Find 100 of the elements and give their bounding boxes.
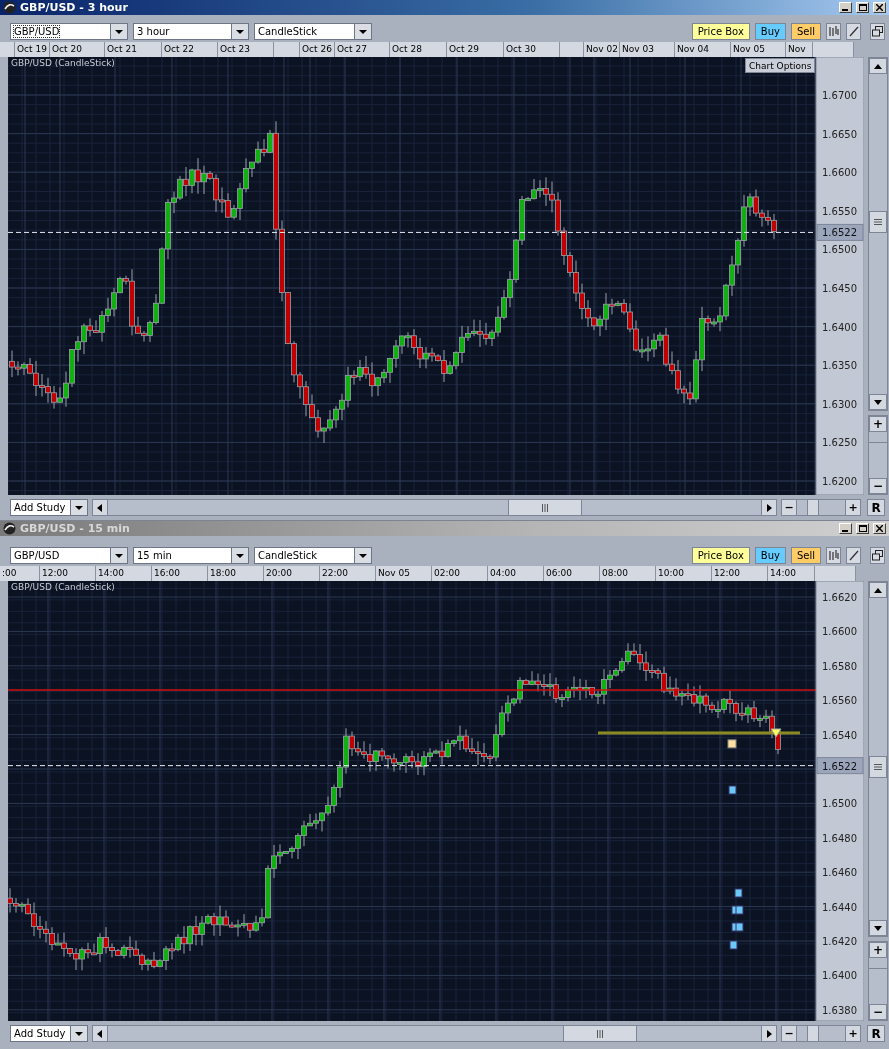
minimize-button[interactable]	[839, 2, 852, 13]
triangle-marker	[770, 728, 782, 738]
scroll-left-icon[interactable]	[92, 500, 108, 515]
time-label: Nov 05	[376, 566, 432, 581]
zoom-out-button[interactable]: −	[869, 478, 887, 494]
time-label: Nov 02	[584, 42, 620, 57]
time-label: Oct 26	[300, 42, 335, 57]
time-label: Oct 27	[335, 42, 390, 57]
price-label: 1.6650	[822, 128, 857, 140]
maximize-button[interactable]	[856, 523, 869, 534]
current-price-box	[816, 757, 864, 775]
scroll-thumb[interactable]	[869, 756, 887, 778]
maximize-icon	[858, 4, 867, 11]
chart-type-dropdown[interactable]: CandleStick	[254, 547, 372, 564]
zoom-slider-thumb[interactable]	[807, 1026, 820, 1041]
price-label: 1.6450	[822, 283, 857, 294]
close-icon	[876, 525, 883, 532]
candles-icon[interactable]	[826, 547, 841, 564]
add-study-dropdown[interactable]: Add Study	[10, 499, 88, 516]
caret-icon	[354, 548, 371, 563]
close-button[interactable]	[873, 2, 886, 13]
chart-type-dropdown[interactable]: CandleStick	[254, 23, 372, 40]
interval-dropdown[interactable]: 15 min	[133, 547, 249, 564]
zoom-in-button[interactable]: +	[869, 416, 887, 432]
zoom-in-button[interactable]: +	[845, 500, 861, 515]
app-icon	[3, 1, 16, 14]
time-label: Nov 05	[731, 42, 786, 57]
pricebox-button[interactable]: Price Box	[691, 23, 750, 40]
current-price-label: 1.6522	[822, 760, 857, 772]
time-label: 14:00	[96, 566, 152, 581]
time-label: Oct 30	[504, 42, 560, 57]
time-label: 12:00	[40, 566, 96, 581]
price-label: 1.6550	[822, 205, 857, 217]
detach-window-icon[interactable]	[870, 547, 885, 564]
scroll-down-icon[interactable]	[869, 920, 887, 936]
horizontal-scroll-thumb[interactable]	[507, 500, 582, 515]
time-label: Oct 20	[50, 42, 105, 57]
interval-dropdown[interactable]: 3 hour	[133, 23, 249, 40]
scroll-left-icon[interactable]	[92, 1026, 108, 1041]
reset-button[interactable]: R	[867, 1025, 885, 1042]
sell-button[interactable]: Sell	[790, 547, 821, 564]
horizontal-scroll-thumb[interactable]	[562, 1026, 637, 1041]
scroll-right-icon[interactable]	[761, 1026, 777, 1041]
price-label: 1.6250	[822, 437, 857, 449]
candles-icon[interactable]	[826, 23, 841, 40]
pricebox-button[interactable]: Price Box	[691, 547, 750, 564]
scroll-thumb[interactable]	[869, 211, 887, 233]
time-label: 14:00	[768, 566, 815, 581]
price-label: 1.6300	[822, 398, 857, 410]
symbol-dropdown[interactable]: GBP/USD	[10, 547, 128, 564]
zoom-out-button[interactable]: −	[782, 500, 798, 515]
draw-line-icon[interactable]	[846, 23, 861, 40]
zoom-out-button[interactable]: −	[782, 1026, 798, 1041]
zoom-in-button[interactable]: +	[845, 1026, 861, 1041]
chart-options-button[interactable]: Chart Options	[745, 58, 816, 73]
zoom-out-button[interactable]: −	[869, 1004, 887, 1020]
close-icon	[876, 4, 883, 11]
scroll-up-icon[interactable]	[869, 58, 887, 74]
caret-icon	[110, 24, 127, 39]
time-label: 22:00	[320, 566, 376, 581]
time-label: Oct 29	[447, 42, 504, 57]
zoom-in-button[interactable]: +	[869, 942, 887, 958]
price-label: 1.6380	[822, 1004, 857, 1016]
time-label: 02:00	[432, 566, 488, 581]
maximize-button[interactable]	[856, 2, 869, 13]
time-label: 20:00	[264, 566, 320, 581]
buy-button[interactable]: Buy	[754, 23, 786, 40]
time-label: Nov	[786, 42, 813, 57]
order-marker	[727, 739, 737, 749]
buy-button[interactable]: Buy	[754, 547, 786, 564]
scroll-right-icon[interactable]	[761, 500, 777, 515]
close-button[interactable]	[873, 523, 886, 534]
time-label: 06:00	[544, 566, 600, 581]
minimize-button[interactable]	[839, 523, 852, 534]
draw-line-icon[interactable]	[846, 547, 861, 564]
add-study-dropdown[interactable]: Add Study	[10, 1025, 88, 1042]
header-cell	[0, 42, 15, 57]
time-label: :00	[0, 566, 40, 581]
price-label: 1.6400	[822, 321, 857, 333]
header-cell	[274, 42, 300, 57]
detach-window-icon[interactable]	[870, 23, 885, 40]
price-label: 1.6560	[822, 695, 857, 707]
time-label: Oct 28	[390, 42, 447, 57]
sell-button[interactable]: Sell	[790, 23, 821, 40]
scroll-down-icon[interactable]	[869, 394, 887, 410]
header-cell	[560, 42, 584, 57]
current-price-label: 1.6522	[822, 227, 857, 239]
caret-icon	[354, 24, 371, 39]
scroll-up-icon[interactable]	[869, 582, 887, 598]
time-label: 12:00	[712, 566, 768, 581]
maximize-icon	[858, 525, 867, 532]
price-label: 1.6200	[822, 476, 857, 487]
reset-button[interactable]: R	[867, 499, 885, 516]
symbol-dropdown[interactable]: GBP/USD	[10, 23, 128, 40]
price-label: 1.6600	[822, 626, 857, 638]
caret-icon	[231, 548, 248, 563]
caret-icon	[69, 1026, 87, 1041]
zoom-slider-thumb[interactable]	[807, 500, 820, 515]
price-label: 1.6540	[822, 729, 857, 741]
price-label: 1.6420	[822, 936, 857, 947]
